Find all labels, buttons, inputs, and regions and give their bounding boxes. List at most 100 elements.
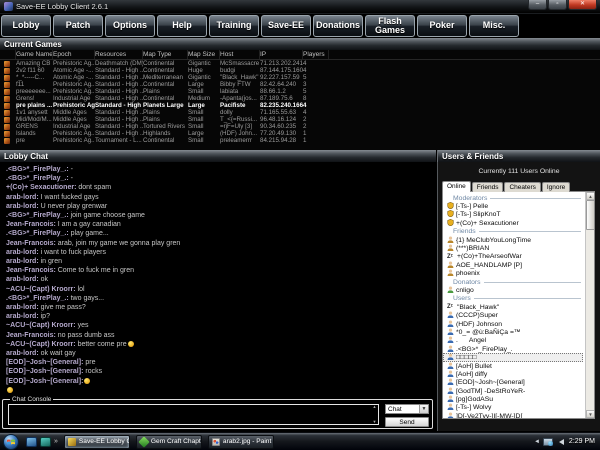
user-item[interactable]: ]D[-Ve2Tyy-]I[-MW-]D[ (443, 412, 583, 419)
tray-chevron-icon[interactable]: ◄ (534, 439, 540, 445)
chat-sender: ~ACU~(Capt) Kroorr: (6, 322, 76, 329)
user-item[interactable]: [pg]GodASu (443, 395, 583, 403)
game-row[interactable]: prePrehistoric Ag...Tournament - L...Con… (0, 137, 600, 144)
game-row[interactable]: 2v2 f11 60Atomic Age -...Standard - High… (0, 67, 600, 74)
users-scrollbar[interactable]: ▲ ▼ (585, 192, 594, 418)
chat-message: .<BG>*_FirePlay_.: - (6, 174, 433, 183)
tab-cheaters[interactable]: Cheaters (504, 182, 540, 192)
user-item[interactable]: [EOD]~Josh~[General] (443, 379, 583, 387)
user-item[interactable]: {1} MeClubYouLongTime (443, 236, 583, 244)
friend-person-icon (447, 244, 454, 253)
user-item[interactable]: [-Ts-] Wolvy (443, 404, 583, 412)
user-item[interactable]: cnligo (443, 286, 583, 294)
game-map-size: Large (188, 130, 220, 137)
scroll-up-icon[interactable]: ▲ (373, 405, 377, 409)
user-item[interactable]: Zᶻ"Black_Hawk" (443, 303, 583, 311)
game-row[interactable]: preeeeeee...Prehistoric Ag...Standard - … (0, 88, 600, 95)
menu-button-patch[interactable]: Patch (53, 15, 103, 37)
scroll-up-icon[interactable]: ▲ (586, 192, 595, 200)
user-item[interactable]: [GodTM] -DeStRoYeR- (443, 387, 583, 395)
taskbar-task-button[interactable]: arab2.jpg - Paint (208, 435, 274, 449)
user-name: [EOD]~Josh~[General] (456, 379, 525, 386)
scroll-down-icon[interactable]: ▼ (586, 410, 595, 418)
column-spacer (0, 50, 16, 59)
game-row[interactable]: 1v1 anysettMiddle AgesStandard - High ..… (0, 109, 600, 116)
quick-launch-icon[interactable] (26, 437, 37, 447)
game-row[interactable]: GRENSIndustrial AgeStandard - High ...To… (0, 123, 600, 130)
volume-icon[interactable] (556, 439, 564, 445)
menu-button-poker[interactable]: Poker (417, 15, 467, 37)
tab-ignore[interactable]: Ignore (542, 182, 570, 192)
smiley-icon (128, 341, 134, 347)
menu-button-help[interactable]: Help (157, 15, 207, 37)
tab-online[interactable]: Online (442, 181, 471, 192)
user-item[interactable]: [-Ts-] Pelle (443, 202, 583, 210)
minimize-icon[interactable]: – (528, 0, 547, 10)
chat-input[interactable] (8, 404, 379, 425)
chat-message: arab-lord: in gren (6, 257, 433, 266)
game-name: *_*-----C... (16, 74, 53, 81)
maximize-icon[interactable]: ▫ (548, 0, 567, 10)
chat-console: Chat Console ▲ ▼ Chat ▼ Send (2, 399, 433, 429)
game-row[interactable]: Mid/Mod/M...Middle AgesStandard - High .… (0, 116, 600, 123)
game-ip: 77.20.49.130 (260, 130, 303, 137)
user-item[interactable]: AOE_HANDLAMP [P] (443, 261, 583, 269)
chat-text: play game... (69, 230, 109, 237)
chat-sender: .<BG>*_FirePlay_.: (6, 295, 69, 302)
scroll-down-icon[interactable]: ▼ (373, 420, 377, 424)
taskbar-task-button[interactable]: Save-EE Lobby Clien... (64, 435, 130, 449)
chat-text: join game choose game (69, 212, 145, 219)
menu-button-lobby[interactable]: Lobby (1, 15, 51, 37)
user-item[interactable]: +(Co)+ Sexacutioner (443, 219, 583, 227)
user-item[interactable]: (HDF) Johnson (443, 320, 583, 328)
game-epoch: Middle Ages (53, 109, 95, 116)
chat-text: - (69, 166, 73, 173)
scrollbar-thumb[interactable] (586, 200, 595, 230)
user-item[interactable]: .<BG>*_FirePlay_. (443, 345, 583, 353)
user-item[interactable]: . Angel (443, 337, 583, 345)
send-button[interactable]: Send (385, 417, 429, 427)
menu-button-donations[interactable]: Donations (313, 15, 363, 37)
game-host: (HDF) John... (220, 130, 260, 137)
game-row[interactable]: Amazing CBPrehistoric Ag...Deathmatch (D… (0, 60, 600, 67)
gem-craft-icon (138, 436, 149, 447)
menu-button-training[interactable]: Training (209, 15, 259, 37)
game-row[interactable]: Grens!Industrial AgeStandard - High ...C… (0, 95, 600, 102)
user-item[interactable]: □□□□□ (443, 353, 583, 361)
user-group-header: Friends (443, 228, 594, 236)
game-name: Grens! (16, 95, 53, 102)
game-row[interactable]: f11Prehistoric Ag...Standard - High ...C… (0, 81, 600, 88)
menu-button-save-ee[interactable]: Save-EE (261, 15, 311, 37)
games-table: Game NameEpochResourcesMap TypeMap SizeH… (0, 50, 600, 150)
menu-button-options[interactable]: Options (105, 15, 155, 37)
user-item[interactable]: [AoH] Bullet (443, 362, 583, 370)
user-item[interactable]: [-Ts-] SlipKnoT (443, 211, 583, 219)
chat-input-scrollbar[interactable]: ▲ ▼ (371, 405, 378, 424)
user-name: "Black_Hawk" (457, 304, 499, 311)
close-icon[interactable]: ✕ (568, 0, 597, 10)
game-host: dolly (220, 109, 260, 116)
user-item[interactable]: phoenix (443, 270, 583, 278)
user-item[interactable]: (***)BRIAN (443, 244, 583, 252)
user-item[interactable]: (CCCP)Super (443, 311, 583, 319)
user-item[interactable]: [AoH] diffy (443, 370, 583, 378)
menu-button-flash-games[interactable]: Flash Games (365, 15, 415, 37)
moderator-shield-icon (447, 219, 454, 228)
taskbar-task-button[interactable]: Gem Craft Chapter ... (136, 435, 202, 449)
game-row[interactable]: pre plains ...Prehistoric Ag...Standard … (0, 102, 600, 109)
start-button[interactable] (3, 434, 19, 450)
users-panel-header: Users & Friends (437, 150, 600, 162)
game-host: preleamerrr (220, 137, 260, 144)
game-row[interactable]: *_*-----C...Atomic Age -...Standard - Hi… (0, 74, 600, 81)
game-name: 1v1 anysett (16, 109, 53, 116)
chat-message: .<BG>*_FirePlay_.: join game choose game (6, 211, 433, 220)
channel-select[interactable]: Chat ▼ (385, 404, 429, 414)
quick-launch-icon[interactable] (40, 437, 51, 447)
user-item[interactable]: *0_= @ù:BaÑiÇa =™ (443, 328, 583, 336)
tab-friends[interactable]: Friends (472, 182, 504, 192)
network-icon[interactable] (543, 438, 553, 446)
chevron-down-icon[interactable]: ▼ (419, 405, 428, 413)
game-row[interactable]: IslandsPrehistoric Ag...Standard - High … (0, 130, 600, 137)
user-item[interactable]: Zᶻ+(Co)+TheArseofWar (443, 253, 583, 261)
menu-button-misc-[interactable]: Misc. (469, 15, 519, 37)
